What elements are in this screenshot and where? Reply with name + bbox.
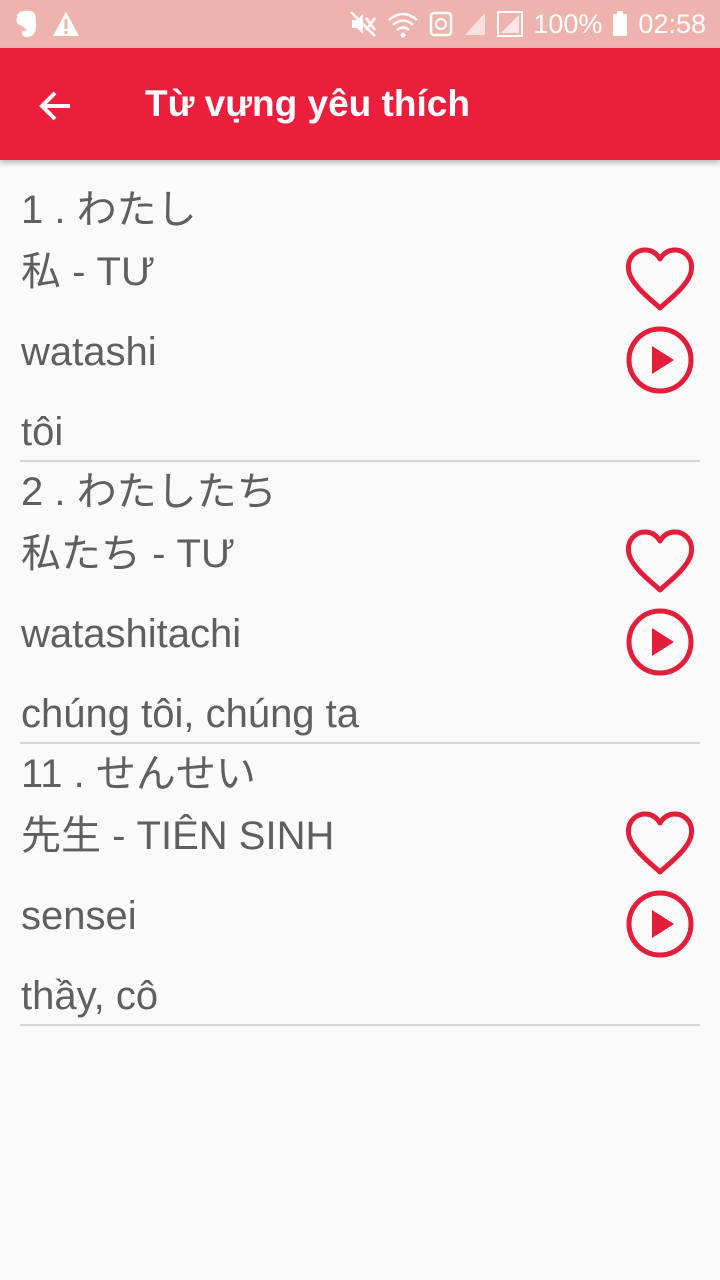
heart-icon	[625, 529, 695, 593]
heart-icon	[625, 811, 695, 875]
arrow-left-icon	[39, 91, 70, 121]
vocab-kanji: 私 - TƯ	[21, 250, 156, 294]
vocab-list: 1 . わたし 私 - TƯ watashi tôi 2 . わたしたち 私たち…	[0, 186, 720, 1032]
vocab-meaning: tôi	[21, 410, 64, 454]
signal-icon	[463, 11, 487, 37]
play-button[interactable]	[625, 607, 695, 677]
play-icon	[626, 890, 694, 958]
divider	[20, 460, 700, 462]
signal-icon	[497, 11, 524, 37]
play-icon	[626, 326, 694, 394]
list-item: 1 . わたし 私 - TƯ watashi tôi	[0, 186, 720, 468]
list-item: 11 . せんせい 先生 - TIÊN SINH sensei thầy, cô	[0, 750, 720, 1032]
wifi-icon	[387, 10, 419, 38]
vocab-romaji: watashi	[21, 330, 157, 374]
list-item: 2 . わたしたち 私たち - TƯ watashitachi chúng tô…	[0, 468, 720, 750]
heart-icon	[625, 247, 695, 311]
mute-icon	[349, 10, 377, 38]
clock: 02:58	[638, 9, 706, 39]
back-button[interactable]	[30, 80, 82, 132]
play-button[interactable]	[625, 325, 695, 395]
vocab-kanji: 私たち - TƯ	[21, 532, 236, 576]
battery-icon	[612, 11, 628, 37]
vocab-reading: 11 . せんせい	[21, 752, 256, 796]
evernote-icon	[14, 9, 40, 39]
battery-level: 100%	[533, 9, 603, 39]
favorite-button[interactable]	[624, 810, 696, 878]
divider	[20, 742, 700, 744]
vocab-romaji: watashitachi	[21, 612, 242, 656]
vocab-reading: 2 . わたしたち	[21, 470, 277, 514]
vpn-icon	[429, 11, 453, 37]
play-button[interactable]	[625, 889, 695, 959]
status-bar: 100% 02:58	[0, 0, 720, 48]
vocab-meaning: thầy, cô	[21, 974, 159, 1018]
vocab-kanji: 先生 - TIÊN SINH	[21, 814, 335, 858]
page-title: Từ vựng yêu thích	[145, 83, 470, 124]
vocab-romaji: sensei	[21, 894, 137, 938]
app-bar: Từ vựng yêu thích	[0, 48, 720, 160]
favorite-button[interactable]	[624, 528, 696, 596]
warning-icon	[52, 11, 80, 37]
divider	[20, 1024, 700, 1026]
favorite-button[interactable]	[624, 246, 696, 314]
vocab-meaning: chúng tôi, chúng ta	[21, 692, 360, 736]
vocab-reading: 1 . わたし	[21, 188, 197, 232]
play-icon	[626, 608, 694, 676]
